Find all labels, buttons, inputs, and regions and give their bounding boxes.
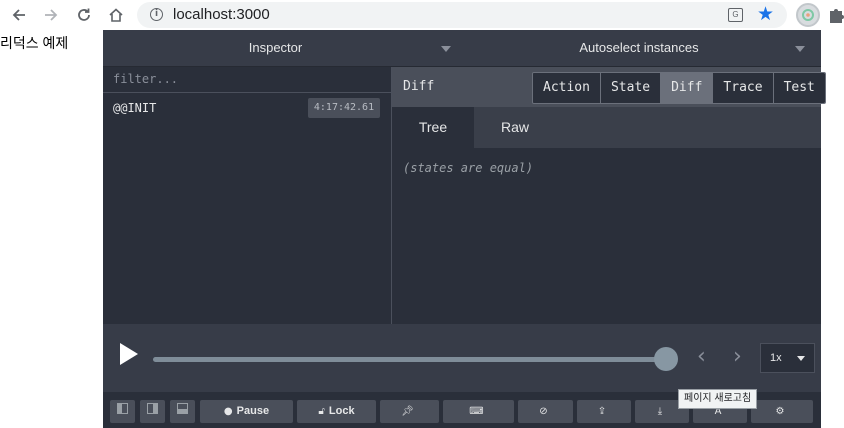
tab-trace[interactable]: Trace [713, 73, 774, 103]
dock-bottom-button[interactable] [170, 400, 195, 423]
import-button[interactable]: ⇪ [577, 400, 631, 423]
chevron-right-icon[interactable]: › [733, 346, 742, 368]
monitor-pane: Diff Action State Diff Trace Test Tree R… [392, 67, 826, 324]
action-list-item[interactable]: @@INIT 4:17:42.61 [103, 94, 391, 124]
chevron-down-icon [797, 356, 805, 361]
chevron-down-icon[interactable] [795, 46, 805, 52]
inspector-label: Inspector [248, 40, 303, 55]
translate-icon[interactable]: G [728, 8, 743, 22]
puzzle-icon [830, 9, 844, 23]
slider-monitor: ‹ › 1x [103, 324, 821, 392]
timer-off-icon: ⊘ [539, 406, 548, 417]
pin-icon: 📌︎ [401, 406, 414, 417]
forward-button[interactable] [40, 4, 62, 26]
dock-right-button[interactable] [140, 400, 165, 423]
action-name: @@INIT [113, 101, 157, 115]
slider-track[interactable] [153, 357, 673, 362]
chevron-down-icon[interactable] [441, 46, 451, 52]
inspector-selector[interactable]: Inspector [103, 30, 448, 66]
upload-icon: ⇪ [597, 406, 607, 417]
lock-icon: 🔓︎ [318, 406, 325, 417]
view-tabs: Tree Raw [392, 107, 821, 148]
monitor-mode-tabs: Action State Diff Trace Test [532, 72, 826, 104]
play-icon[interactable] [120, 343, 138, 365]
layout-right-icon [147, 403, 158, 414]
devtools-topbar: Inspector Autoselect instances [103, 30, 821, 67]
home-icon [109, 8, 123, 22]
speed-select[interactable]: 1x [760, 343, 815, 373]
download-icon: ⤓ [657, 406, 663, 417]
speed-value: 1x [770, 352, 782, 364]
reload-tooltip: 페이지 새로고침 [678, 389, 758, 409]
lock-label: Lock [328, 405, 355, 417]
diff-message: (states are equal) [403, 161, 534, 175]
dispatcher-button[interactable]: ⌨ [443, 400, 514, 423]
instance-selector[interactable]: Autoselect instances [463, 30, 815, 66]
address-bar[interactable]: i localhost:3000 G ★ [137, 2, 787, 28]
action-timestamp: 4:17:42.61 [308, 98, 380, 118]
pause-button[interactable]: ● Pause [200, 400, 293, 423]
layout-bottom-icon [177, 403, 188, 414]
tab-raw[interactable]: Raw [474, 107, 556, 148]
redux-icon [802, 9, 814, 21]
extensions-button[interactable] [828, 6, 844, 24]
info-icon[interactable]: i [150, 8, 163, 21]
lock-button[interactable]: 🔓︎ Lock [297, 400, 376, 423]
back-button[interactable] [8, 4, 30, 26]
home-button[interactable] [105, 4, 127, 26]
instance-label: Autoselect instances [579, 40, 699, 55]
redux-devtools-panel: Inspector Autoselect instances @@INIT 4:… [103, 30, 826, 428]
filter-bar [103, 67, 391, 93]
persist-button[interactable]: 📌︎ [380, 400, 439, 423]
action-list-pane: @@INIT 4:17:42.61 [103, 67, 392, 324]
filter-input[interactable] [103, 67, 383, 91]
slider-handle[interactable] [654, 347, 678, 371]
monitor-title: Diff [403, 79, 435, 94]
reload-icon [78, 8, 90, 21]
layout-left-icon [117, 403, 128, 414]
star-icon[interactable]: ★ [757, 3, 774, 25]
redux-devtools-extension-icon[interactable] [796, 3, 820, 27]
page-heading: 리덕스 예제 [0, 35, 69, 51]
pause-label: Pause [236, 405, 270, 417]
browser-toolbar: i localhost:3000 G ★ [0, 0, 844, 30]
chevron-left-icon[interactable]: ‹ [697, 346, 706, 368]
tab-action[interactable]: Action [533, 73, 601, 103]
settings-button[interactable]: ⚙ [751, 400, 813, 423]
tab-state[interactable]: State [600, 73, 662, 103]
arrow-left-icon [12, 9, 25, 21]
dock-left-button[interactable] [110, 400, 135, 423]
monitor-header: Diff Action State Diff Trace Test [392, 67, 826, 107]
tab-test[interactable]: Test [773, 73, 825, 103]
reload-button[interactable] [73, 4, 95, 26]
tab-diff[interactable]: Diff [661, 73, 714, 103]
keyboard-icon: ⌨ [469, 406, 484, 417]
tab-tree[interactable]: Tree [392, 107, 474, 148]
sync-button[interactable]: ⊘ [518, 400, 573, 423]
url-text[interactable]: localhost:3000 [173, 6, 270, 23]
arrow-right-icon [45, 9, 58, 21]
gear-icon: ⚙ [775, 406, 785, 417]
pause-icon: ● [223, 406, 233, 417]
